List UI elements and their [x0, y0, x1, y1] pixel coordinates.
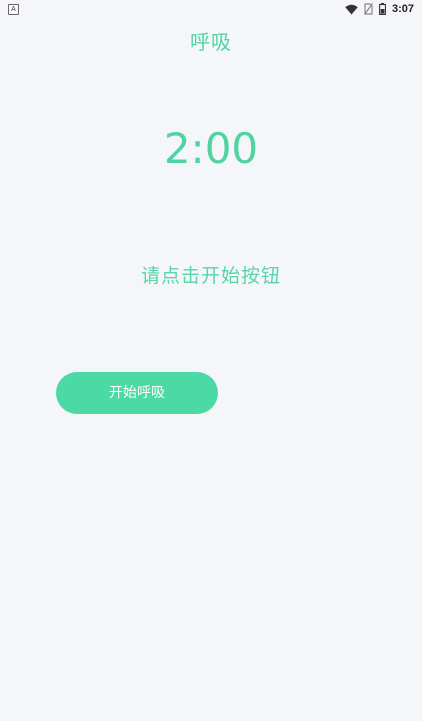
status-time: 3:07 [391, 3, 414, 15]
status-bar: A 3:07 [0, 0, 422, 18]
no-sim-icon [363, 3, 373, 15]
start-breathing-button[interactable]: 开始呼吸 [56, 372, 218, 414]
page-title: 呼吸 [190, 30, 232, 54]
status-icons: 3:07 [345, 2, 414, 16]
wifi-icon [345, 4, 358, 14]
notification-a-icon: A [8, 4, 19, 15]
instruction-text: 请点击开始按钮 [140, 265, 281, 287]
battery-icon [379, 3, 386, 15]
timer-display: 2:00 [163, 124, 259, 173]
